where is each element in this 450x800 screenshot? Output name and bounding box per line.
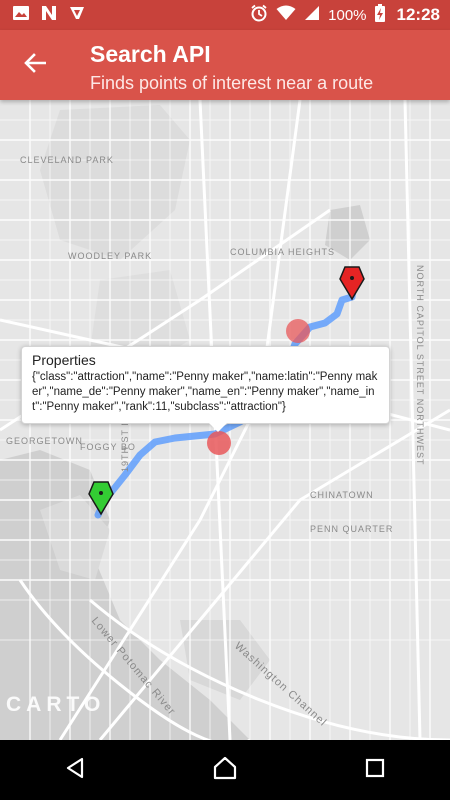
- home-icon: [212, 756, 238, 785]
- map-label: NORTH CAPITOL STREET NORTHWEST: [415, 265, 425, 466]
- battery-charging-icon: [374, 3, 385, 27]
- alarm-icon: [250, 4, 268, 27]
- map-label: WOODLEY PARK: [68, 251, 153, 261]
- app-title: Search API: [90, 41, 211, 67]
- arrow-left-icon: [24, 52, 47, 78]
- map-label: PENN QUARTER: [310, 524, 394, 534]
- popup-properties-text: {"class":"attraction","name":"Penny make…: [32, 371, 378, 413]
- nav-back-button[interactable]: [45, 740, 105, 800]
- nav-recents-button[interactable]: [345, 740, 405, 800]
- tv-icon: [68, 5, 86, 26]
- recents-icon: [364, 757, 386, 784]
- popup-title: Properties: [32, 352, 96, 368]
- carto-attribution: CARTO: [6, 693, 106, 716]
- map-label: COLUMBIA HEIGHTS: [230, 247, 336, 257]
- battery-percent: 100%: [328, 6, 367, 24]
- map-label: CLEVELAND PARK: [20, 155, 114, 165]
- status-bar: 100% 12:28: [0, 0, 450, 30]
- signal-icon: [304, 5, 320, 26]
- n-icon: [40, 5, 58, 26]
- clock: 12:28: [396, 5, 440, 24]
- poi-dot: [207, 431, 231, 455]
- back-button[interactable]: [16, 49, 54, 81]
- properties-popup[interactable]: Properties {"class":"attraction","name":…: [21, 346, 390, 432]
- wifi-icon: [276, 5, 296, 26]
- image-icon: [12, 5, 30, 26]
- map-label: GEORGETOWN: [6, 436, 83, 446]
- back-triangle-icon: [63, 756, 87, 785]
- navigation-bar: [0, 740, 450, 800]
- app-bar: Search API Finds points of interest near…: [0, 30, 450, 100]
- nav-home-button[interactable]: [195, 740, 255, 800]
- poi-dot: [286, 319, 310, 343]
- map-label: CHINATOWN: [310, 490, 374, 500]
- app-subtitle: Finds points of interest near a route: [90, 73, 374, 93]
